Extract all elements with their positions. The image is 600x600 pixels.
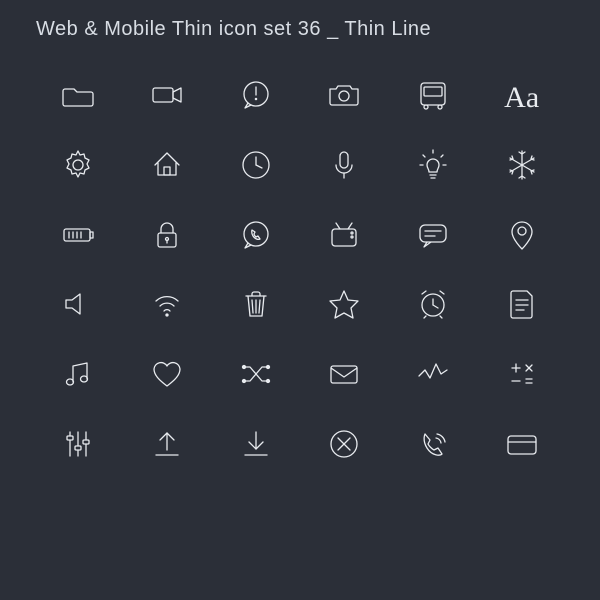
snowflake-icon — [504, 147, 540, 188]
upload-icon — [149, 426, 185, 467]
bus-icon — [415, 77, 451, 118]
tv-icon — [326, 217, 362, 258]
heart-icon — [149, 356, 185, 397]
download-icon — [238, 426, 274, 467]
phone-bubble-icon — [238, 217, 274, 258]
camera-icon — [326, 77, 362, 118]
credit-card-icon — [504, 426, 540, 467]
shuffle-icon — [238, 356, 274, 397]
home-icon — [149, 147, 185, 188]
battery-icon — [60, 217, 96, 258]
chat-bubble-icon — [415, 217, 451, 258]
microphone-icon — [326, 147, 362, 188]
alert-bubble-icon — [238, 77, 274, 118]
folder-icon — [60, 77, 96, 118]
document-icon — [504, 286, 540, 327]
star-icon — [326, 286, 362, 327]
page-title: Web & Mobile Thin icon set 36 _ Thin Lin… — [0, 0, 600, 41]
cancel-circle-icon — [326, 426, 362, 467]
gear-icon — [60, 147, 96, 188]
lightbulb-icon — [415, 147, 451, 188]
lock-icon — [149, 217, 185, 258]
icon-grid: Aa — [0, 41, 600, 581]
alarm-clock-icon — [415, 286, 451, 327]
clock-icon — [238, 147, 274, 188]
typography-icon: Aa — [504, 81, 539, 115]
math-operators-icon — [504, 356, 540, 397]
video-camera-icon — [149, 77, 185, 118]
music-note-icon — [60, 356, 96, 397]
trash-icon — [238, 286, 274, 327]
phone-call-icon — [415, 426, 451, 467]
mail-envelope-icon — [326, 356, 362, 397]
wifi-icon — [149, 286, 185, 327]
activity-icon — [415, 356, 451, 397]
speaker-icon — [60, 286, 96, 327]
location-pin-icon — [504, 217, 540, 258]
equalizer-sliders-icon — [60, 426, 96, 467]
